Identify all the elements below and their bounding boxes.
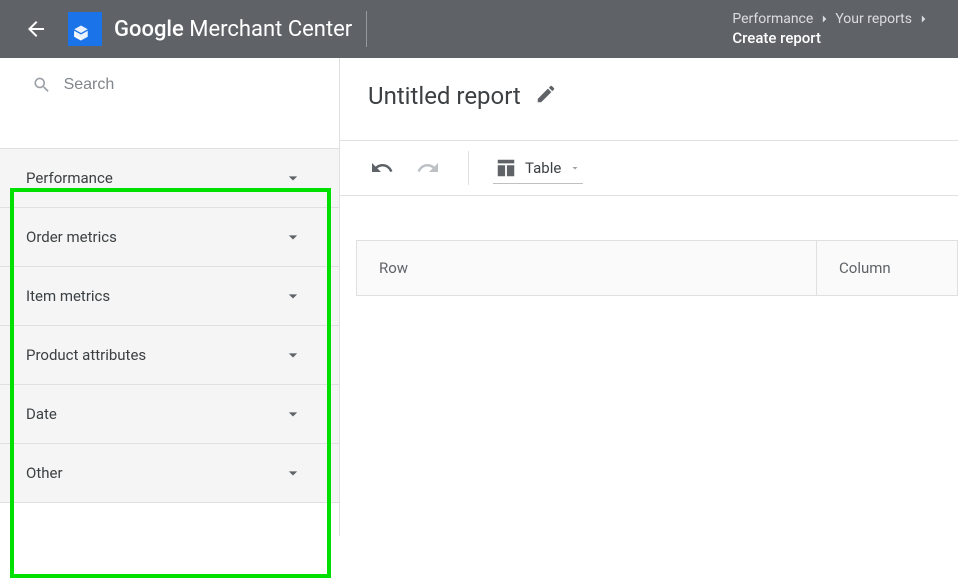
chevron-down-icon — [283, 227, 303, 247]
search-icon — [32, 74, 52, 96]
report-toolbar: Table — [340, 140, 958, 196]
group-label: Product attributes — [26, 346, 146, 364]
report-table-header: Row Column — [356, 240, 958, 296]
app-header: Google Merchant Center Performance Your … — [0, 0, 958, 58]
main-area: Untitled report Table Row Column — [340, 58, 958, 536]
field-sidebar: Performance Order metrics Item metrics P… — [0, 58, 340, 536]
group-label: Order metrics — [26, 228, 117, 246]
group-label: Date — [26, 405, 57, 423]
group-item-metrics[interactable]: Item metrics — [0, 267, 339, 326]
view-type-picker[interactable]: Table — [493, 153, 583, 184]
merchant-center-logo-icon — [68, 12, 102, 46]
chevron-down-icon — [283, 286, 303, 306]
undo-button[interactable] — [366, 152, 398, 184]
field-group-list: Performance Order metrics Item metrics P… — [0, 148, 339, 503]
chevron-right-icon — [817, 12, 831, 26]
breadcrumb-performance[interactable]: Performance — [732, 11, 813, 27]
group-label: Item metrics — [26, 287, 110, 305]
edit-title-button[interactable] — [535, 83, 557, 109]
group-order-metrics[interactable]: Order metrics — [0, 208, 339, 267]
group-product-attributes[interactable]: Product attributes — [0, 326, 339, 385]
group-date[interactable]: Date — [0, 385, 339, 444]
chevron-right-icon — [916, 12, 930, 26]
column-drop-zone[interactable]: Column — [817, 241, 957, 295]
chevron-down-icon — [283, 404, 303, 424]
undo-icon — [370, 156, 394, 180]
view-type-label: Table — [525, 159, 561, 177]
group-other[interactable]: Other — [0, 444, 339, 503]
row-drop-zone[interactable]: Row — [357, 241, 817, 295]
group-label: Other — [26, 464, 63, 482]
chevron-down-icon — [283, 168, 303, 188]
search-input[interactable] — [64, 76, 319, 94]
back-button[interactable] — [16, 9, 56, 49]
chevron-down-icon — [283, 463, 303, 483]
report-title: Untitled report — [368, 82, 521, 110]
breadcrumb: Performance Your reports Create report — [732, 11, 942, 47]
toolbar-divider — [468, 151, 469, 185]
redo-button[interactable] — [412, 152, 444, 184]
breadcrumb-current: Create report — [732, 29, 930, 47]
table-icon — [495, 157, 517, 179]
arrow-left-icon — [24, 17, 48, 41]
pencil-icon — [535, 83, 557, 105]
header-divider — [366, 11, 367, 47]
search-row — [0, 58, 339, 106]
group-performance[interactable]: Performance — [0, 149, 339, 208]
chevron-down-icon — [283, 345, 303, 365]
breadcrumb-your-reports[interactable]: Your reports — [835, 11, 912, 27]
redo-icon — [416, 156, 440, 180]
dropdown-caret-icon — [569, 162, 581, 174]
app-title: Google Merchant Center — [114, 17, 352, 42]
group-label: Performance — [26, 169, 113, 187]
